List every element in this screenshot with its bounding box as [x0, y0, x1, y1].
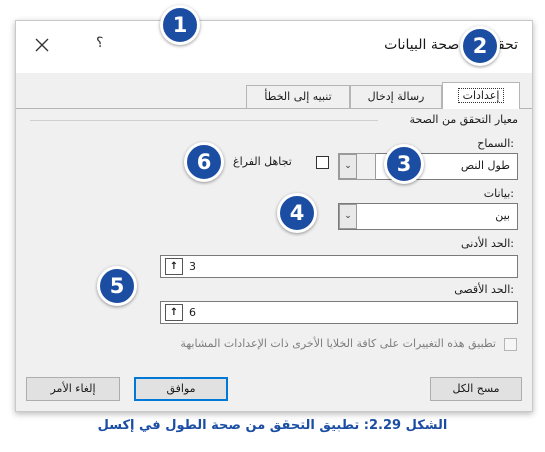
- close-icon: [35, 38, 49, 52]
- maximum-label: الحد الأقصى:: [454, 283, 514, 296]
- title-bar: تحقق من صحة البيانات ؟: [16, 21, 532, 73]
- ok-button[interactable]: موافق: [134, 377, 228, 401]
- collapse-dialog-button[interactable]: ↑: [165, 258, 183, 275]
- allow-dropdown-arrow[interactable]: ⌄: [339, 154, 357, 179]
- chevron-down-icon: ⌄: [344, 161, 352, 171]
- ignore-blank-checkbox[interactable]: [316, 156, 329, 169]
- maximum-input[interactable]: ↑ 6: [160, 301, 518, 324]
- validation-criteria-heading: معيار التحقق من الصحة: [409, 113, 518, 126]
- arrow-up-icon: ↑: [169, 261, 179, 272]
- callout-2: 2: [460, 26, 500, 66]
- tab-settings[interactable]: إعدادات: [442, 82, 520, 109]
- arrow-up-icon: ↑: [169, 307, 179, 318]
- tab-input-message[interactable]: رسالة إدخال: [350, 85, 442, 108]
- tab-input-message-label: رسالة إدخال: [367, 90, 425, 103]
- clear-all-button[interactable]: مسح الكل: [430, 377, 522, 401]
- cancel-button[interactable]: إلغاء الأمر: [26, 377, 120, 401]
- section-divider: [30, 120, 378, 121]
- data-validation-dialog: تحقق من صحة البيانات ؟ إعدادات رسالة إدخ…: [15, 20, 533, 412]
- data-dropdown-value: بين: [495, 209, 510, 222]
- ignore-blank-label: تجاهل الفراغ: [233, 155, 292, 168]
- settings-panel: معيار التحقق من الصحة السماح: طول النص ⌄…: [30, 107, 518, 362]
- allow-label: السماح:: [477, 137, 514, 150]
- minimum-value: 3: [189, 260, 196, 273]
- minimum-label: الحد الأدنى:: [461, 237, 514, 250]
- chevron-down-icon: ⌄: [344, 211, 352, 221]
- minimum-input[interactable]: ↑ 3: [160, 255, 518, 278]
- tab-error-alert[interactable]: تنبيه إلى الخطأ: [246, 85, 350, 108]
- callout-4: 4: [277, 193, 317, 233]
- data-dropdown[interactable]: بين: [338, 203, 518, 230]
- collapse-dialog-button[interactable]: ↑: [165, 304, 183, 321]
- callout-6: 6: [184, 142, 224, 182]
- tab-settings-label: إعدادات: [457, 88, 505, 103]
- close-button[interactable]: [30, 33, 54, 57]
- tab-error-alert-label: تنبيه إلى الخطأ: [264, 90, 332, 103]
- data-label: بيانات:: [483, 187, 514, 200]
- callout-5: 5: [97, 266, 137, 306]
- apply-to-all-label: تطبيق هذه التغييرات على كافة الخلايا الأ…: [180, 337, 496, 350]
- data-dropdown-arrow[interactable]: ⌄: [339, 204, 357, 229]
- callout-3: 3: [384, 144, 424, 184]
- help-button[interactable]: ؟: [96, 35, 103, 51]
- allow-dropdown-value: طول النص: [460, 159, 510, 172]
- callout-1: 1: [160, 5, 200, 45]
- figure-caption: الشكل 2.29: تطبيق التحقق من صحة الطول في…: [97, 418, 448, 433]
- apply-to-all-checkbox[interactable]: [504, 338, 517, 351]
- maximum-value: 6: [189, 306, 196, 319]
